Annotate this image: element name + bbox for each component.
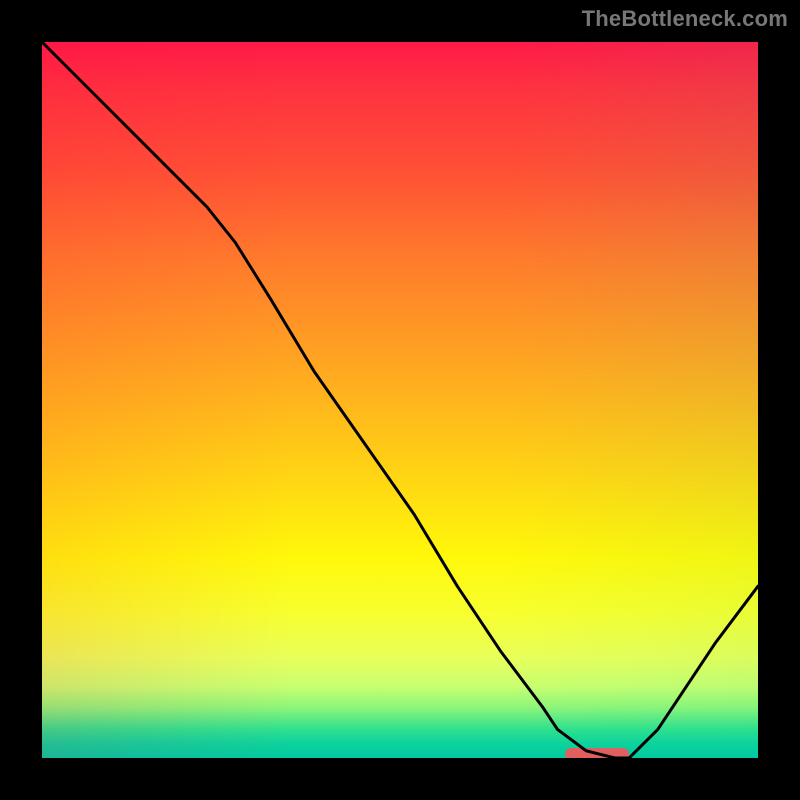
bottleneck-curve	[42, 42, 758, 758]
curve-layer	[42, 42, 758, 758]
plot-area	[42, 42, 758, 758]
attribution-text: TheBottleneck.com	[582, 6, 788, 32]
chart-stage: TheBottleneck.com	[0, 0, 800, 800]
